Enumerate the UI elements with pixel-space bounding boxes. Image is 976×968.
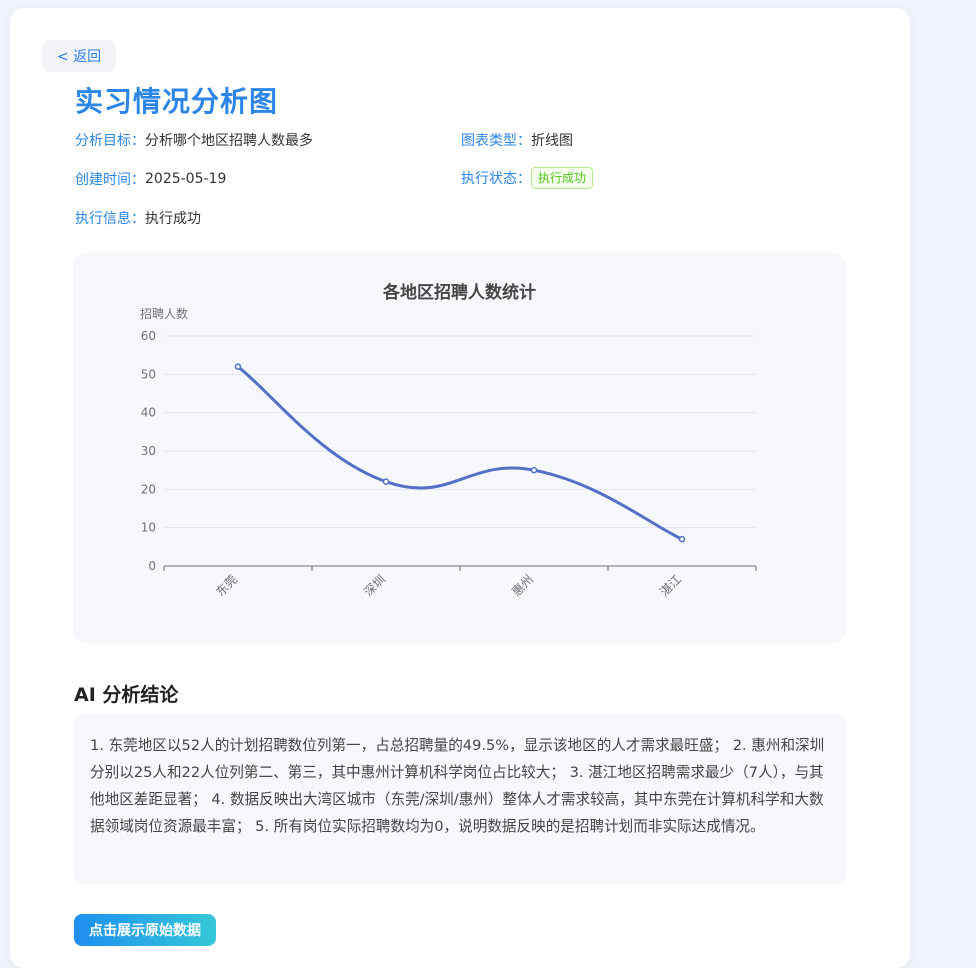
x-tick-label: 东莞: [213, 572, 240, 599]
y-tick-label: 30: [141, 444, 156, 458]
data-point: [382, 478, 390, 485]
show-raw-data-button[interactable]: 点击展示原始数据: [74, 914, 216, 946]
y-tick-label: 0: [148, 559, 156, 573]
section-title: AI 分析结论: [74, 684, 179, 706]
y-tick-label: 10: [141, 521, 156, 535]
y-tick-label: 50: [141, 367, 156, 381]
x-tick-label: 深圳: [361, 572, 388, 599]
y-axis-label: 招聘人数: [140, 306, 188, 321]
data-point: [678, 535, 686, 543]
series-line: [237, 365, 683, 541]
y-tick-label: 60: [141, 329, 156, 343]
ai-conclusion-text: 1. 东莞地区以52人的计划招聘数位列第一，占总招聘量的49.5%，显示该地区的…: [74, 714, 846, 884]
y-tick-label: 20: [141, 482, 156, 496]
data-point: [530, 466, 538, 474]
data-point: [234, 363, 242, 370]
y-tick-label: 40: [141, 406, 156, 420]
x-tick-label: 湛江: [657, 572, 684, 599]
x-tick-label: 惠州: [509, 572, 536, 599]
